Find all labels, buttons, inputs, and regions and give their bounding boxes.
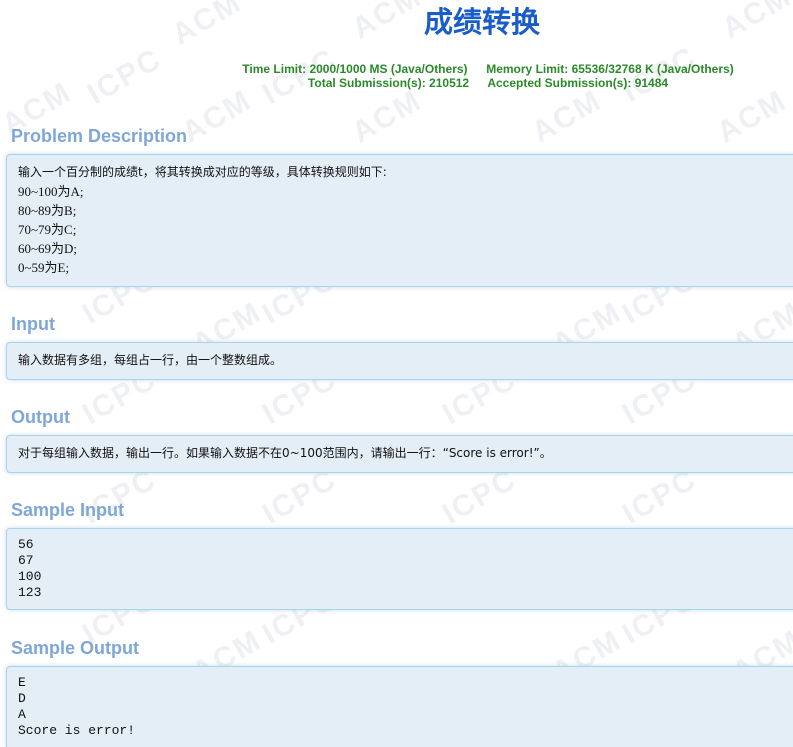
description-line: 70~79为C; [18,222,77,237]
limits-row-2: Total Submission(s): 210512 Accepted Sub… [228,76,748,90]
input-heading: Input [11,314,55,334]
description-line: 60~69为D; [18,241,78,256]
description-line: 0~59为E; [18,260,70,275]
limits-row-1: Time Limit: 2000/1000 MS (Java/Others) M… [228,62,748,76]
sample-input-line: 123 [18,585,42,600]
time-limit-value: 2000/1000 MS (Java/Others) [309,62,468,76]
problem-title: 成绩转换 [424,5,541,39]
watermark-acm: ACM [711,83,793,150]
sample-input-line: 100 [18,569,42,584]
watermark-acm: ACM [526,83,608,150]
sample-output-heading: Sample Output [11,638,140,658]
description-line: 80~89为B; [18,203,77,218]
sample-input-panel: 56 67 100 123 [6,528,793,610]
problem-description-heading: Problem Description [11,126,188,146]
watermark-acm: ACM [166,0,248,52]
output-line: 对于每组输入数据，输出一行。如果输入数据不在0~100范围内，请输出一行：“Sc… [18,446,552,460]
memory-limit-label: Memory Limit: [486,62,569,76]
sample-output-line: E [18,675,26,690]
sample-input-line: 67 [18,553,34,568]
description-line: 输入一个百分制的成绩t，将其转换成对应的等级，具体转换规则如下: [18,165,387,179]
watermark-icpc: ICPC [81,42,168,111]
accepted-submissions-label: Accepted Submission(s): [487,76,632,90]
sample-output-panel: E D A Score is error! [6,666,793,747]
input-panel: 输入数据有多组，每组占一行，由一个整数组成。 [6,342,793,380]
sample-input-heading: Sample Input [11,500,125,520]
input-line: 输入数据有多组，每组占一行，由一个整数组成。 [18,353,283,367]
description-line: 90~100为A; [18,184,84,199]
time-limit-label: Time Limit: [242,62,307,76]
memory-limit-value: 65536/32768 K (Java/Others) [571,62,734,76]
total-submissions-value: 210512 [429,76,470,90]
watermark-acm: ACM [176,83,258,150]
watermark-acm: ACM [346,0,428,46]
problem-page: ACM ACM ACM ICPC ICPC ICPC ACM ACM ACM A… [0,0,793,747]
problem-description-panel: 输入一个百分制的成绩t，将其转换成对应的等级，具体转换规则如下: 90~100为… [6,154,793,287]
sample-output-line: D [18,691,26,706]
accepted-submissions-value: 91484 [634,76,669,90]
problem-limits: Time Limit: 2000/1000 MS (Java/Others) M… [228,62,748,90]
output-panel: 对于每组输入数据，输出一行。如果输入数据不在0~100范围内，请输出一行：“Sc… [6,435,793,473]
watermark-acm: ACM [716,0,793,46]
sample-output-line: Score is error! [18,723,136,738]
total-submissions-label: Total Submission(s): [307,76,426,90]
sample-output-line: A [18,707,26,722]
output-heading: Output [11,407,70,427]
watermark-acm: ACM [346,83,428,150]
sample-input-line: 56 [18,537,34,552]
